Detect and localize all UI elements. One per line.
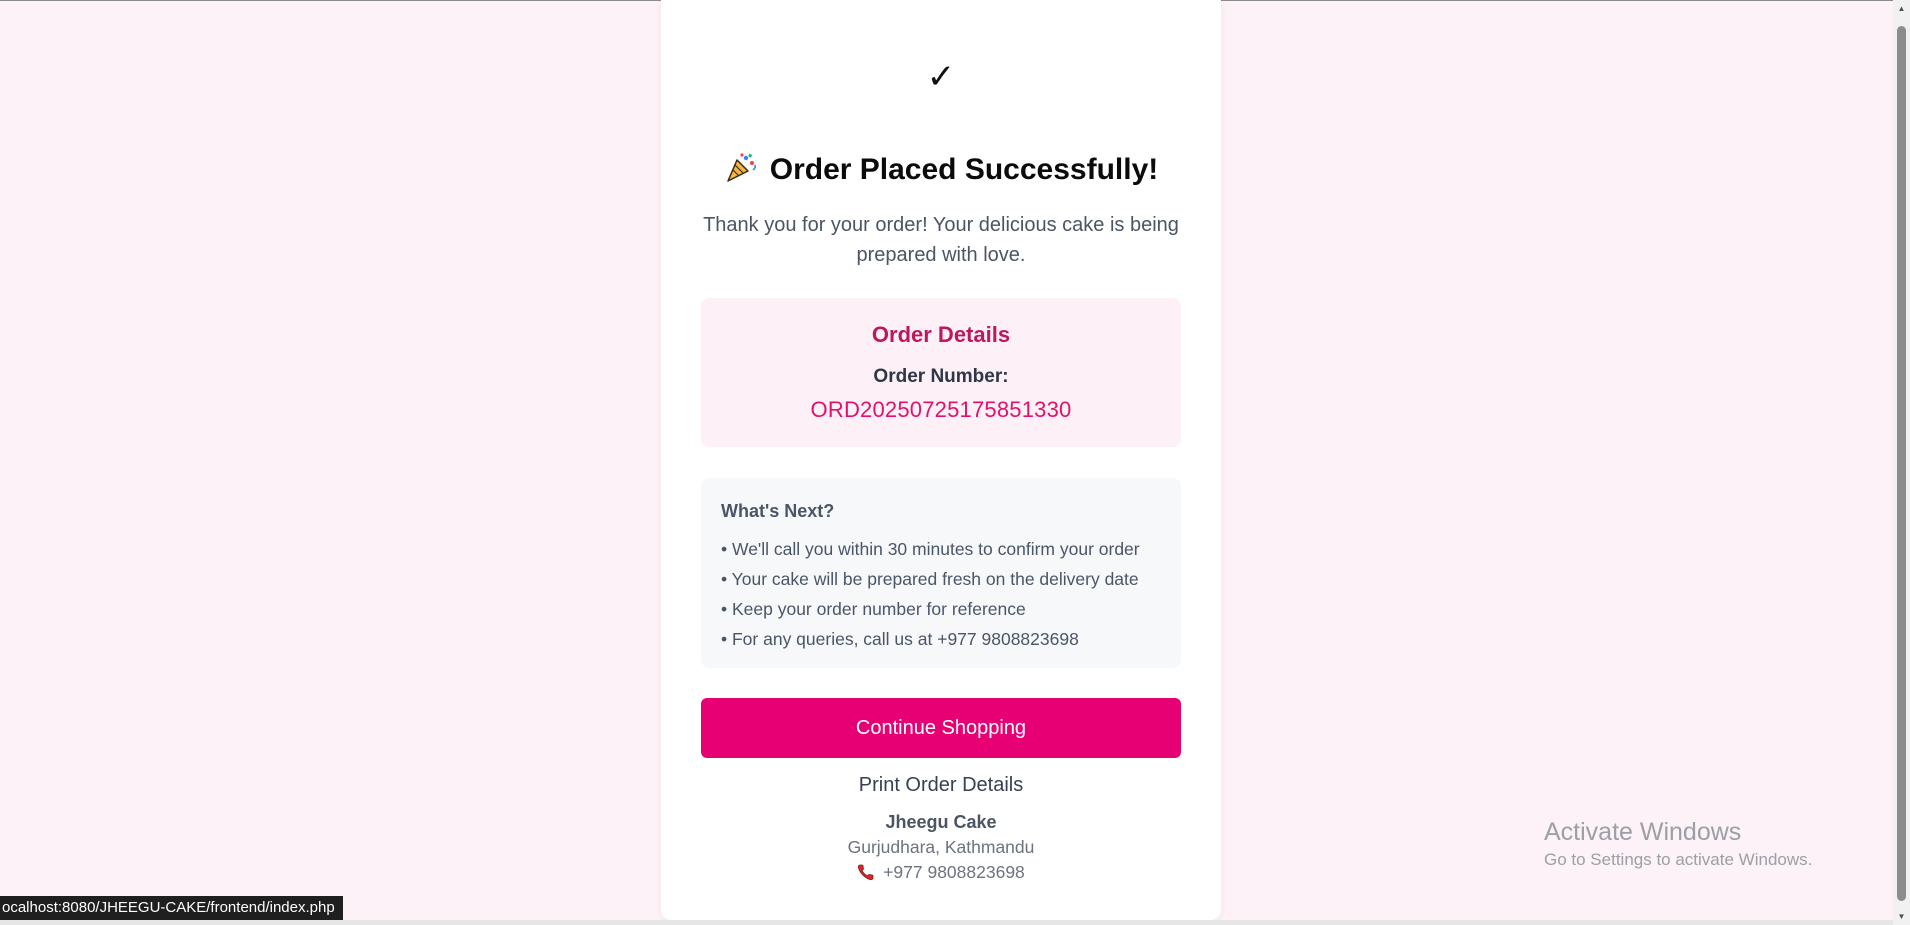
party-popper-icon [724, 150, 758, 184]
vertical-scrollbar[interactable]: ▲ ▼ [1893, 0, 1910, 925]
continue-shopping-button[interactable]: Continue Shopping [701, 698, 1181, 758]
status-bar-url: ocalhost:8080/JHEEGU-CAKE/frontend/index… [0, 896, 343, 920]
whats-next-heading: What's Next? [721, 501, 835, 521]
checkmark-icon: ✓ [926, 58, 956, 96]
order-confirmation-card: ✓ Order Placed Successfully! Thank you f… [661, 0, 1221, 920]
order-number-value: ORD20250725175851330 [810, 397, 1072, 422]
shop-phone: +977 9808823698 [661, 860, 1221, 884]
shop-phone-number: +977 9808823698 [883, 862, 1025, 882]
print-order-details-button[interactable]: Print Order Details [661, 770, 1221, 800]
taskbar-edge [0, 920, 1893, 925]
telephone-receiver-icon [857, 863, 875, 881]
order-details-box: Order Details Order Number: ORD202507251… [701, 298, 1181, 447]
activate-windows-subtitle: Go to Settings to activate Windows. [1544, 850, 1813, 869]
activate-windows-title: Activate Windows [1544, 818, 1742, 846]
list-item: • We'll call you within 30 minutes to co… [721, 539, 1140, 559]
shop-address: Gurjudhara, Kathmandu [847, 837, 1035, 857]
whats-next-list: • We'll call you within 30 minutes to co… [721, 534, 1140, 654]
list-item: • Keep your order number for reference [721, 599, 1026, 619]
activate-windows-watermark: Activate Windows Go to Settings to activ… [1544, 817, 1812, 873]
list-item: • Your cake will be prepared fresh on th… [721, 569, 1139, 589]
shop-name: Jheegu Cake [885, 812, 997, 832]
order-details-heading: Order Details [871, 322, 1011, 347]
list-item: • For any queries, call us at +977 98088… [721, 629, 1079, 649]
whats-next-box: What's Next? • We'll call you within 30 … [701, 478, 1181, 668]
order-number-label: Order Number: [873, 366, 1009, 387]
thank-you-message: Thank you for your order! Your delicious… [703, 214, 1179, 266]
scrollbar-thumb[interactable] [1897, 26, 1906, 901]
scroll-down-arrow-icon[interactable]: ▼ [1893, 908, 1910, 925]
page-title-text: Order Placed Successfully! [769, 153, 1159, 186]
shop-footer: Jheegu Cake Gurjudhara, Kathmandu +977 9… [661, 810, 1221, 884]
page-title: Order Placed Successfully! [661, 150, 1221, 187]
scroll-up-arrow-icon[interactable]: ▲ [1893, 0, 1910, 17]
